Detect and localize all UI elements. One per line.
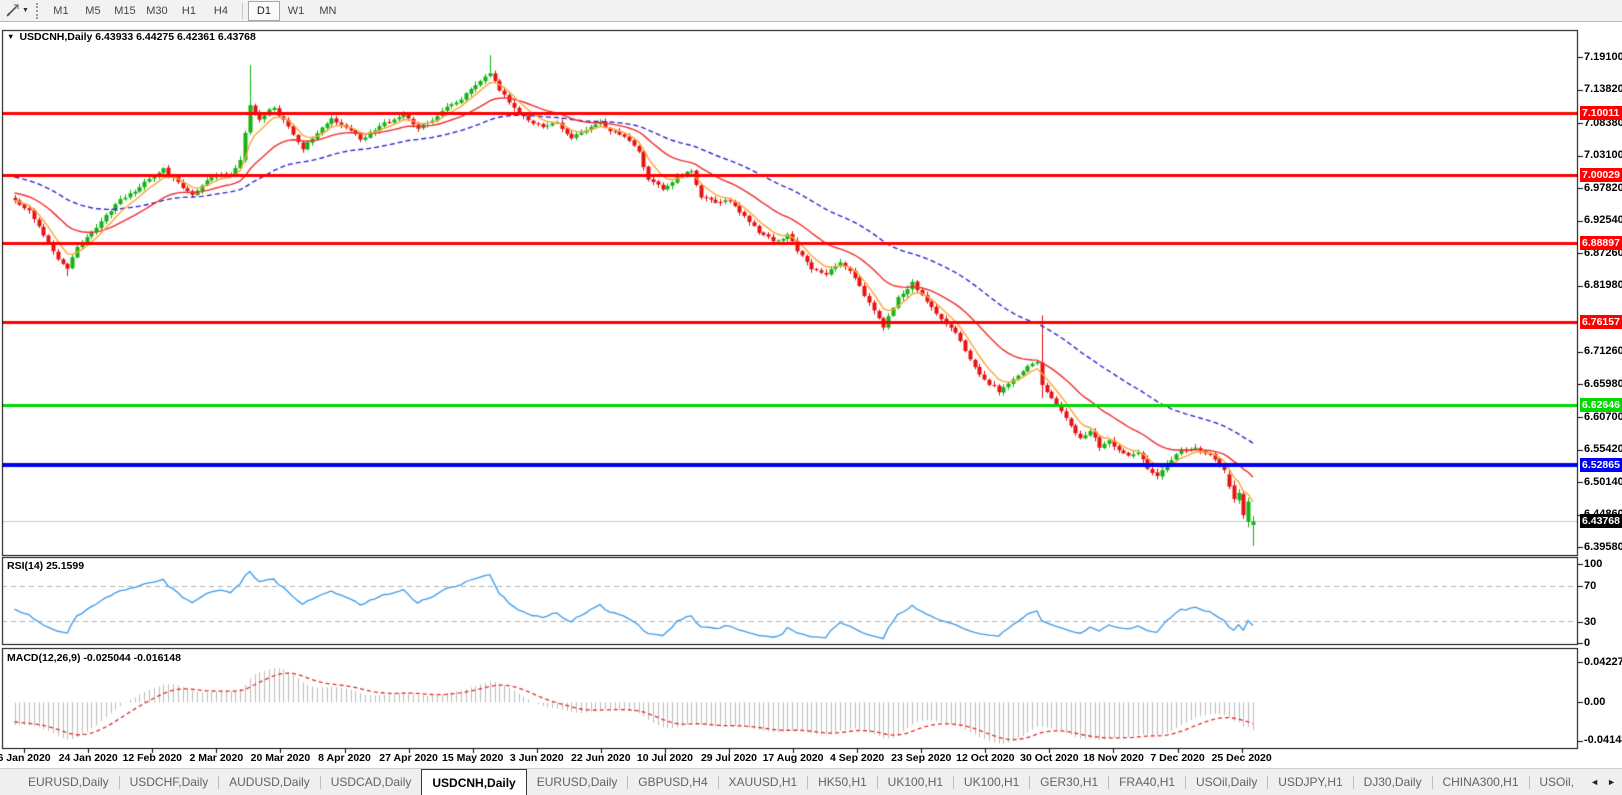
macd-indicator-label: MACD(12,26,9) -0.025044 -0.016148	[7, 652, 181, 664]
tab-USDJPY-H1[interactable]: USDJPY,H1	[1268, 769, 1352, 795]
price-tick-label: 6.39580	[1584, 540, 1622, 553]
price-level-badge: 6.76157	[1580, 314, 1622, 329]
price-tick-label: 6.55420	[1584, 443, 1622, 456]
tab-FRA40-H1[interactable]: FRA40,H1	[1109, 769, 1185, 795]
price-level-badge: 6.88897	[1580, 236, 1622, 251]
price-tick-label: 7.03100	[1584, 149, 1622, 162]
tab-DJ30-Daily[interactable]: DJ30,Daily	[1354, 769, 1432, 795]
date-label: 22 Jun 2020	[571, 752, 631, 764]
date-label: 10 Jul 2020	[636, 752, 693, 764]
timeframe-button-M5[interactable]: M5	[77, 1, 109, 21]
date-label: 2 Mar 2020	[189, 752, 244, 764]
tab-XAUUSD-H1[interactable]: XAUUSD,H1	[719, 769, 808, 795]
cursor-crosshair-icon[interactable]	[2, 3, 22, 19]
tab-USDCAD-Daily[interactable]: USDCAD,Daily	[321, 769, 422, 795]
chart-tabs: EURUSD,Daily USDCHF,Daily AUDUSD,Daily USDC…	[0, 769, 1584, 795]
tab-AUDUSD-Daily[interactable]: AUDUSD,Daily	[219, 769, 320, 795]
chart-title: ▼ USDCNH,Daily 6.43933 6.44275 6.42361 6.…	[7, 31, 256, 43]
symbol-dropdown-icon[interactable]: ▼	[7, 32, 14, 41]
timeframe-button-W1[interactable]: W1	[280, 1, 312, 21]
timeframe-button-H1[interactable]: H1	[173, 1, 205, 21]
price-tick-label: 6.71260	[1584, 345, 1622, 358]
timeframe-button-M15[interactable]: M15	[109, 1, 141, 21]
timeframe-button-M1[interactable]: M1	[45, 1, 77, 21]
tab-EURUSD-Daily[interactable]: EURUSD,Daily	[18, 769, 119, 795]
price-chart-canvas[interactable]	[0, 22, 1622, 768]
tab-scroll-right-icon[interactable]: ►	[1607, 777, 1616, 787]
tab-USOil-Daily[interactable]: USOil,Daily	[1186, 769, 1267, 795]
timeframe-button-D1[interactable]: D1	[247, 0, 280, 21]
rsi-scale-label: 30	[1584, 616, 1597, 628]
date-label: 29 Jul 2020	[700, 752, 757, 764]
tab-USDCNH-Daily[interactable]: USDCNH,Daily	[421, 769, 527, 795]
date-label: 12 Oct 2020	[956, 752, 1015, 764]
toolbar-separator	[241, 2, 243, 19]
price-tick-label: 6.92540	[1584, 214, 1622, 227]
rsi-scale-label: 70	[1584, 580, 1597, 592]
chart-tab-bar: EURUSD,Daily USDCHF,Daily AUDUSD,Daily USDC…	[0, 768, 1622, 795]
price-tick-label: 6.60700	[1584, 410, 1622, 423]
rsi-indicator-label: RSI(14) 25.1599	[7, 560, 85, 572]
price-tick-label: 6.97820	[1584, 181, 1622, 194]
macd-scale-label: 0.00	[1584, 696, 1606, 708]
price-level-badge: 6.62646	[1580, 398, 1622, 413]
tab-UK100-H1[interactable]: UK100,H1	[878, 769, 953, 795]
date-label: 20 Mar 2020	[250, 752, 311, 764]
chart-window: ▼ USDCNH,Daily 6.43933 6.44275 6.42361 6.…	[0, 22, 1622, 768]
tab-USDCHF-Daily[interactable]: USDCHF,Daily	[120, 769, 219, 795]
chevron-down-icon[interactable]: ▼	[22, 7, 29, 14]
chart-title-text: USDCNH,Daily 6.43933 6.44275 6.42361 6.4…	[19, 31, 256, 43]
tab-HK50-H1[interactable]: HK50,H1	[808, 769, 877, 795]
date-label: 17 Aug 2020	[762, 752, 824, 764]
price-tick-label: 6.50140	[1584, 475, 1622, 488]
current-price-badge: 6.43768	[1580, 514, 1622, 529]
date-label: 30 Oct 2020	[1020, 752, 1079, 764]
timeframe-button-H4[interactable]: H4	[205, 1, 237, 21]
price-tick-label: 7.19100	[1584, 50, 1622, 63]
date-label: 8 Apr 2020	[318, 752, 371, 764]
timeframe-button-M30[interactable]: M30	[141, 1, 173, 21]
macd-scale-label: 0.042275	[1584, 656, 1622, 668]
date-label: 24 Jan 2020	[58, 752, 118, 764]
rsi-scale-label: 0	[1584, 637, 1591, 649]
price-tick-label: 6.81980	[1584, 279, 1622, 292]
date-label: 15 May 2020	[442, 752, 504, 764]
tab-GER30-H1[interactable]: GER30,H1	[1030, 769, 1108, 795]
toolbar-grip[interactable]	[35, 2, 38, 19]
date-label: 25 Dec 2020	[1211, 752, 1272, 764]
tab-UK100-H1[interactable]: UK100,H1	[954, 769, 1029, 795]
date-label: 27 Apr 2020	[379, 752, 438, 764]
price-level-badge: 7.10011	[1580, 106, 1622, 121]
timeframe-button-MN[interactable]: MN	[312, 1, 344, 21]
date-label: 3 Jun 2020	[509, 752, 564, 764]
price-tick-label: 7.13820	[1584, 83, 1622, 96]
date-label: 18 Nov 2020	[1083, 752, 1144, 764]
date-label: 6 Jan 2020	[0, 752, 51, 764]
tab-scroll-left-icon[interactable]: ◄	[1590, 777, 1599, 787]
price-tick-label: 6.65980	[1584, 377, 1622, 390]
date-label: 7 Dec 2020	[1150, 752, 1205, 764]
timeframe-toolbar: ▼ M1 M5 M15 M30 H1 H4 D1 W1 MN	[0, 0, 1622, 22]
rsi-scale-label: 100	[1584, 558, 1603, 570]
date-label: 12 Feb 2020	[122, 752, 183, 764]
date-label: 4 Sep 2020	[829, 752, 885, 764]
date-label: 23 Sep 2020	[891, 752, 952, 764]
tab-GBPUSD-H4[interactable]: GBPUSD,H4	[628, 769, 717, 795]
macd-scale-label: -0.04148	[1584, 734, 1622, 746]
tab-CHINA300-H1[interactable]: CHINA300,H1	[1432, 769, 1528, 795]
tab-EURUSD-Daily[interactable]: EURUSD,Daily	[527, 769, 628, 795]
price-level-badge: 6.52865	[1580, 458, 1622, 473]
price-level-badge: 7.00029	[1580, 167, 1622, 182]
tab-USOil-[interactable]: USOil,	[1529, 769, 1584, 795]
